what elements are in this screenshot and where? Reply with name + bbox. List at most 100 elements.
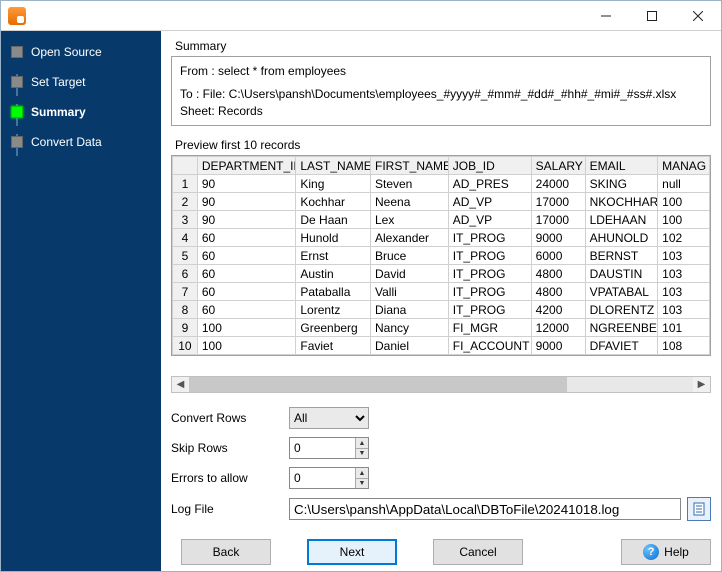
spin-up-icon[interactable]: ▲ xyxy=(356,438,368,449)
cell[interactable]: 9000 xyxy=(531,229,585,247)
cell[interactable]: 4200 xyxy=(531,301,585,319)
cell[interactable]: BERNST xyxy=(585,247,658,265)
cell[interactable]: David xyxy=(371,265,449,283)
step-summary[interactable]: Summary xyxy=(1,97,161,127)
cell[interactable]: AD_VP xyxy=(448,211,531,229)
step-open-source[interactable]: Open Source xyxy=(1,37,161,67)
cell[interactable]: 101 xyxy=(658,319,710,337)
preview-table[interactable]: DEPARTMENT_ID LAST_NAME FIRST_NAME JOB_I… xyxy=(171,155,711,356)
cell[interactable]: Neena xyxy=(371,193,449,211)
back-button[interactable]: Back xyxy=(181,539,271,565)
cell[interactable]: 100 xyxy=(658,211,710,229)
convert-rows-select[interactable]: All xyxy=(289,407,369,429)
cell[interactable]: Alexander xyxy=(371,229,449,247)
cell[interactable]: null xyxy=(658,175,710,193)
col-header[interactable]: LAST_NAME xyxy=(296,157,371,175)
cell[interactable]: DAUSTIN xyxy=(585,265,658,283)
cell[interactable]: FI_ACCOUNT xyxy=(448,337,531,355)
errors-allow-input[interactable] xyxy=(290,468,355,488)
cell[interactable]: Pataballa xyxy=(296,283,371,301)
cell[interactable]: Diana xyxy=(371,301,449,319)
skip-rows-input[interactable] xyxy=(290,438,355,458)
spin-up-icon[interactable]: ▲ xyxy=(356,468,368,479)
table-row[interactable]: 390De HaanLexAD_VP17000LDEHAAN100 xyxy=(173,211,710,229)
table-row[interactable]: 460HunoldAlexanderIT_PROG9000AHUNOLD102 xyxy=(173,229,710,247)
browse-logfile-button[interactable] xyxy=(687,497,711,521)
cell[interactable]: IT_PROG xyxy=(448,283,531,301)
col-header[interactable]: FIRST_NAME xyxy=(371,157,449,175)
step-convert-data[interactable]: Convert Data xyxy=(1,127,161,157)
cell[interactable]: 90 xyxy=(197,193,295,211)
scroll-track[interactable] xyxy=(189,377,693,392)
cell[interactable]: AD_PRES xyxy=(448,175,531,193)
cell[interactable]: Daniel xyxy=(371,337,449,355)
cell[interactable]: IT_PROG xyxy=(448,229,531,247)
minimize-button[interactable] xyxy=(583,1,629,30)
cell[interactable]: 60 xyxy=(197,247,295,265)
table-row[interactable]: 10100FavietDanielFI_ACCOUNT9000DFAVIET10… xyxy=(173,337,710,355)
logfile-input[interactable] xyxy=(289,498,681,520)
cell[interactable]: Austin xyxy=(296,265,371,283)
col-header[interactable]: JOB_ID xyxy=(448,157,531,175)
cell[interactable]: VPATABAL xyxy=(585,283,658,301)
spin-down-icon[interactable]: ▼ xyxy=(356,449,368,459)
col-header[interactable]: SALARY xyxy=(531,157,585,175)
cell[interactable]: Greenberg xyxy=(296,319,371,337)
cell[interactable]: LDEHAAN xyxy=(585,211,658,229)
close-button[interactable] xyxy=(675,1,721,30)
col-header[interactable]: MANAG xyxy=(658,157,710,175)
cell[interactable]: Hunold xyxy=(296,229,371,247)
cell[interactable]: IT_PROG xyxy=(448,265,531,283)
table-row[interactable]: 560ErnstBruceIT_PROG6000BERNST103 xyxy=(173,247,710,265)
scroll-thumb[interactable] xyxy=(189,377,567,392)
cell[interactable]: 24000 xyxy=(531,175,585,193)
cell[interactable]: 103 xyxy=(658,283,710,301)
cell[interactable]: 4800 xyxy=(531,283,585,301)
cell[interactable]: De Haan xyxy=(296,211,371,229)
table-row[interactable]: 760PataballaValliIT_PROG4800VPATABAL103 xyxy=(173,283,710,301)
cell[interactable]: 102 xyxy=(658,229,710,247)
cell[interactable]: Bruce xyxy=(371,247,449,265)
step-set-target[interactable]: Set Target xyxy=(1,67,161,97)
cell[interactable]: 17000 xyxy=(531,211,585,229)
cell[interactable]: NGREENBE xyxy=(585,319,658,337)
cell[interactable]: IT_PROG xyxy=(448,301,531,319)
cell[interactable]: 100 xyxy=(197,319,295,337)
cell[interactable]: 17000 xyxy=(531,193,585,211)
cell[interactable]: FI_MGR xyxy=(448,319,531,337)
help-button[interactable]: ? Help xyxy=(621,539,711,565)
cell[interactable]: AHUNOLD xyxy=(585,229,658,247)
cell[interactable]: 60 xyxy=(197,265,295,283)
cancel-button[interactable]: Cancel xyxy=(433,539,523,565)
table-row[interactable]: 190KingStevenAD_PRES24000SKINGnull xyxy=(173,175,710,193)
horizontal-scrollbar[interactable]: ◀ ▶ xyxy=(171,376,711,393)
cell[interactable]: 90 xyxy=(197,175,295,193)
cell[interactable]: Lex xyxy=(371,211,449,229)
cell[interactable]: 60 xyxy=(197,229,295,247)
next-button[interactable]: Next xyxy=(307,539,397,565)
cell[interactable]: 103 xyxy=(658,265,710,283)
col-header[interactable]: DEPARTMENT_ID xyxy=(197,157,295,175)
table-row[interactable]: 9100GreenbergNancyFI_MGR12000NGREENBE101 xyxy=(173,319,710,337)
cell[interactable]: 60 xyxy=(197,283,295,301)
cell[interactable]: IT_PROG xyxy=(448,247,531,265)
cell[interactable]: 4800 xyxy=(531,265,585,283)
cell[interactable]: Steven xyxy=(371,175,449,193)
cell[interactable]: King xyxy=(296,175,371,193)
spin-down-icon[interactable]: ▼ xyxy=(356,479,368,489)
cell[interactable]: 90 xyxy=(197,211,295,229)
cell[interactable]: 9000 xyxy=(531,337,585,355)
skip-rows-spinner[interactable]: ▲ ▼ xyxy=(289,437,369,459)
cell[interactable]: NKOCHHAR xyxy=(585,193,658,211)
table-row[interactable]: 660AustinDavidIT_PROG4800DAUSTIN103 xyxy=(173,265,710,283)
cell[interactable]: AD_VP xyxy=(448,193,531,211)
cell[interactable]: 6000 xyxy=(531,247,585,265)
scroll-left-arrow-icon[interactable]: ◀ xyxy=(172,377,189,392)
cell[interactable]: Faviet xyxy=(296,337,371,355)
cell[interactable]: 108 xyxy=(658,337,710,355)
cell[interactable]: 12000 xyxy=(531,319,585,337)
col-header[interactable]: EMAIL xyxy=(585,157,658,175)
cell[interactable]: 103 xyxy=(658,247,710,265)
cell[interactable]: Kochhar xyxy=(296,193,371,211)
cell[interactable]: Nancy xyxy=(371,319,449,337)
